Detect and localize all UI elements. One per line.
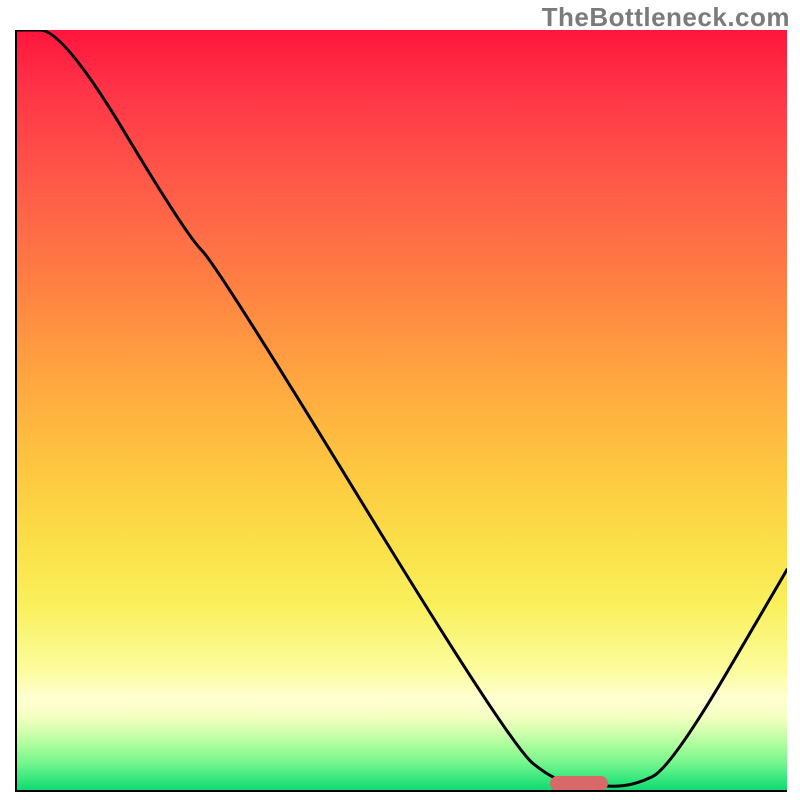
bottleneck-chart: TheBottleneck.com	[0, 0, 800, 800]
curve-svg	[17, 30, 787, 790]
bottleneck-curve-path	[17, 30, 787, 786]
watermark-text: TheBottleneck.com	[542, 2, 790, 33]
optimal-marker	[550, 776, 608, 791]
plot-area	[15, 30, 787, 792]
